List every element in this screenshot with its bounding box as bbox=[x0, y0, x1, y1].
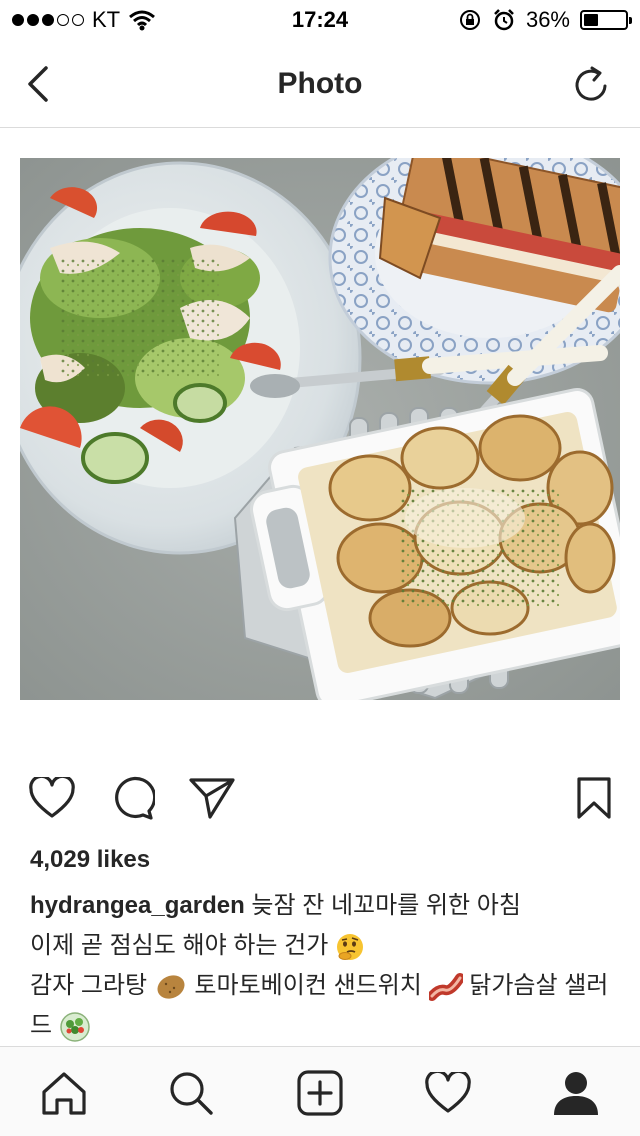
rotation-lock-icon bbox=[459, 10, 480, 30]
post-caption: hydrangea_garden 늦잠 잔 네꼬마를 위한 아침 이제 곧 점심… bbox=[30, 886, 620, 1046]
alarm-icon bbox=[494, 9, 514, 31]
heart-icon bbox=[29, 777, 75, 818]
save-button[interactable] bbox=[570, 774, 618, 822]
thinking-face-emoji-icon bbox=[336, 933, 363, 960]
heart-icon bbox=[425, 1072, 471, 1113]
caption-username[interactable]: hydrangea_garden bbox=[30, 892, 245, 919]
status-right: 36% bbox=[458, 7, 632, 33]
salad-emoji-icon bbox=[60, 1011, 90, 1042]
caption-text-3b: 토마토베이컨 샌드위치 bbox=[194, 972, 422, 999]
food-photo-image bbox=[20, 158, 620, 700]
caption-line-3: 감자 그라탕 토마토베이컨 샌드위치 닭가슴살 샐러 bbox=[30, 966, 620, 1006]
tab-activity[interactable] bbox=[420, 1065, 476, 1121]
bottom-tab-bar bbox=[0, 1046, 640, 1136]
like-button[interactable] bbox=[28, 774, 76, 822]
battery-level bbox=[584, 14, 599, 26]
caption-text-1: 늦잠 잔 네꼬마를 위한 아침 bbox=[251, 892, 521, 919]
status-bar: KT 17:24 36% bbox=[0, 0, 640, 40]
refresh-button[interactable] bbox=[568, 60, 616, 108]
post-photo[interactable] bbox=[20, 158, 620, 700]
bacon-emoji-icon bbox=[428, 972, 463, 1001]
carrier-label: KT bbox=[92, 7, 121, 32]
comment-bubble-icon bbox=[115, 776, 155, 820]
back-button[interactable] bbox=[14, 60, 62, 108]
caption-line-1: hydrangea_garden 늦잠 잔 네꼬마를 위한 아침 bbox=[30, 886, 620, 926]
comment-button[interactable] bbox=[108, 774, 156, 822]
tab-profile[interactable] bbox=[548, 1065, 604, 1121]
paper-plane-icon bbox=[189, 778, 235, 819]
potato-emoji-icon bbox=[157, 975, 185, 999]
caption-text-2: 이제 곧 점심도 해야 하는 건가 bbox=[30, 932, 329, 959]
battery-percent: 36% bbox=[525, 7, 570, 32]
caption-text-4: 드 bbox=[30, 1012, 53, 1039]
tab-new-post[interactable] bbox=[292, 1065, 348, 1121]
battery-icon bbox=[580, 10, 632, 30]
likes-count[interactable]: 4,029 likes bbox=[30, 846, 150, 874]
bookmark-icon bbox=[577, 777, 611, 819]
page-title: Photo bbox=[277, 66, 363, 100]
post-actions bbox=[0, 770, 640, 826]
tab-home[interactable] bbox=[36, 1065, 92, 1121]
search-icon bbox=[170, 1072, 213, 1115]
home-icon bbox=[42, 1072, 86, 1115]
app-screen: KT 17:24 36% Photo 4,029 likes hydrangea… bbox=[0, 0, 640, 1136]
wifi-icon bbox=[129, 10, 156, 31]
share-button[interactable] bbox=[188, 774, 236, 822]
refresh-icon bbox=[575, 66, 607, 101]
caption-line-4: 드 bbox=[30, 1006, 620, 1046]
status-left: KT bbox=[12, 7, 156, 33]
plus-square-icon bbox=[297, 1070, 343, 1116]
tab-search[interactable] bbox=[163, 1065, 219, 1121]
navigation-bar: Photo bbox=[0, 40, 640, 128]
chevron-left-icon bbox=[28, 66, 48, 102]
person-icon bbox=[554, 1072, 598, 1115]
caption-line-2: 이제 곧 점심도 해야 하는 건가 bbox=[30, 926, 620, 966]
signal-strength-icon bbox=[12, 14, 84, 26]
caption-text-3c: 닭가슴살 샐러 bbox=[469, 972, 609, 999]
caption-text-3a: 감자 그라탕 bbox=[30, 972, 148, 999]
